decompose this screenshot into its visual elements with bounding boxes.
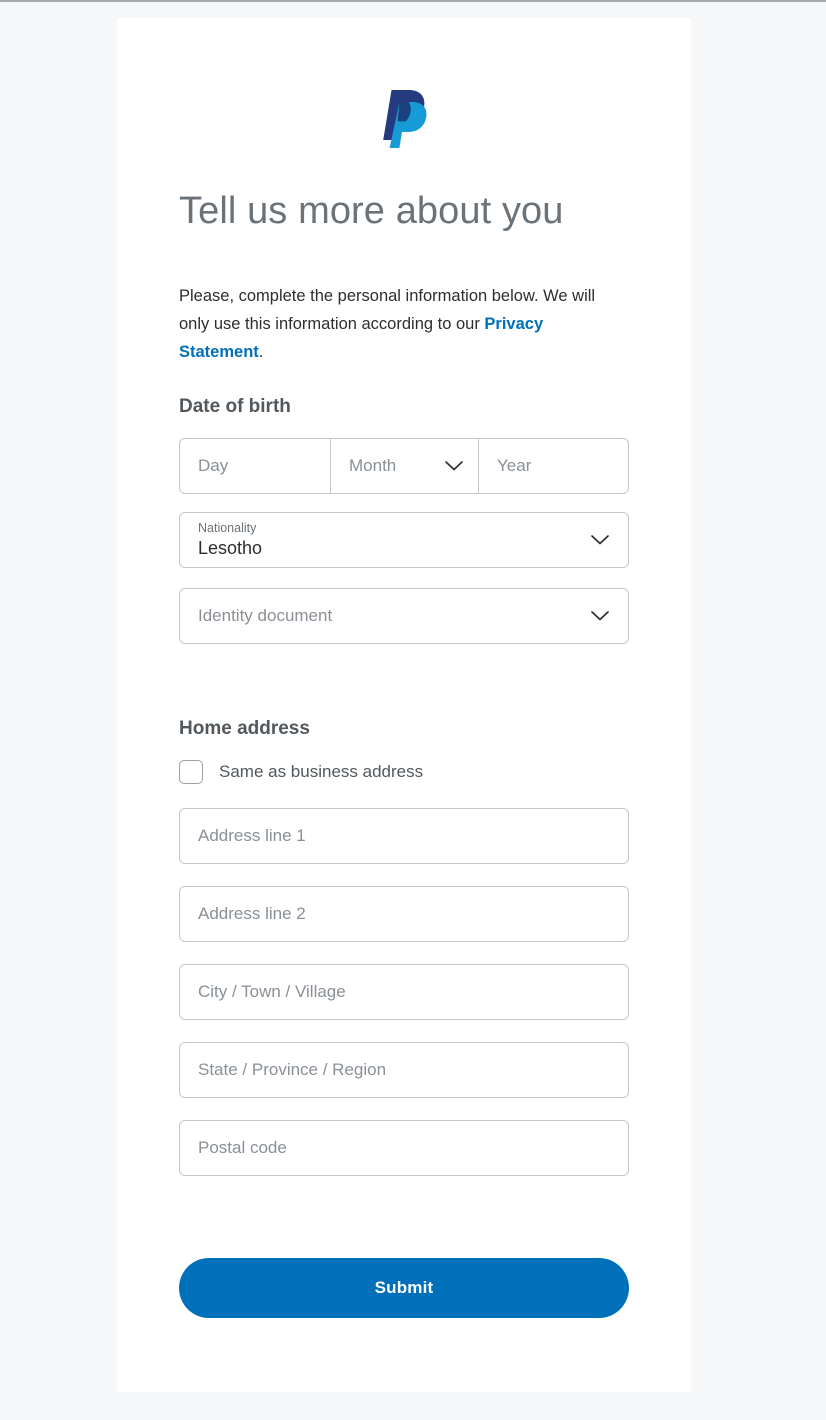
dob-day-input[interactable]: Day <box>180 439 330 493</box>
home-address-heading: Home address <box>179 718 310 739</box>
date-of-birth-heading: Date of birth <box>179 396 291 417</box>
same-as-business-address-row[interactable]: Same as business address <box>179 742 629 784</box>
chevron-down-icon <box>445 461 463 471</box>
paypal-logo <box>383 90 427 148</box>
address-line-1-input[interactable]: Address line 1 <box>179 808 629 864</box>
chevron-down-icon <box>591 535 609 545</box>
dob-month-placeholder: Month <box>349 456 397 475</box>
address-line-2-input[interactable]: Address line 2 <box>179 886 629 942</box>
postal-code-input[interactable]: Postal code <box>179 1120 629 1176</box>
submit-container: Submit <box>179 1176 629 1318</box>
same-as-business-address-checkbox[interactable] <box>179 760 203 784</box>
intro-paragraph: Please, complete the personal informatio… <box>179 234 629 366</box>
page-title: Tell us more about you <box>179 190 564 232</box>
city-input[interactable]: City / Town / Village <box>179 964 629 1020</box>
nationality-select[interactable]: Nationality Lesotho <box>179 512 629 568</box>
intro-text-after: . <box>258 343 264 361</box>
nationality-label: Nationality <box>198 521 257 535</box>
form-card: Tell us more about you Please, complete … <box>117 18 691 1392</box>
date-of-birth-group: Day Month Year <box>179 438 629 494</box>
address-line-2-placeholder: Address line 2 <box>198 904 306 923</box>
chevron-down-icon <box>591 611 609 621</box>
identity-document-select[interactable]: Identity document <box>179 588 629 644</box>
dob-day-placeholder: Day <box>198 456 229 475</box>
identity-document-placeholder: Identity document <box>198 606 333 625</box>
dob-year-placeholder: Year <box>497 456 532 475</box>
brand-logo-container <box>179 18 629 150</box>
dob-month-select[interactable]: Month <box>330 439 478 493</box>
state-input[interactable]: State / Province / Region <box>179 1042 629 1098</box>
address-line-1-placeholder: Address line 1 <box>198 826 306 845</box>
submit-button[interactable]: Submit <box>179 1258 629 1318</box>
postal-code-placeholder: Postal code <box>198 1138 287 1157</box>
same-as-business-address-label: Same as business address <box>219 762 424 781</box>
state-placeholder: State / Province / Region <box>198 1060 387 1079</box>
city-placeholder: City / Town / Village <box>198 982 346 1001</box>
dob-year-input[interactable]: Year <box>478 439 628 493</box>
